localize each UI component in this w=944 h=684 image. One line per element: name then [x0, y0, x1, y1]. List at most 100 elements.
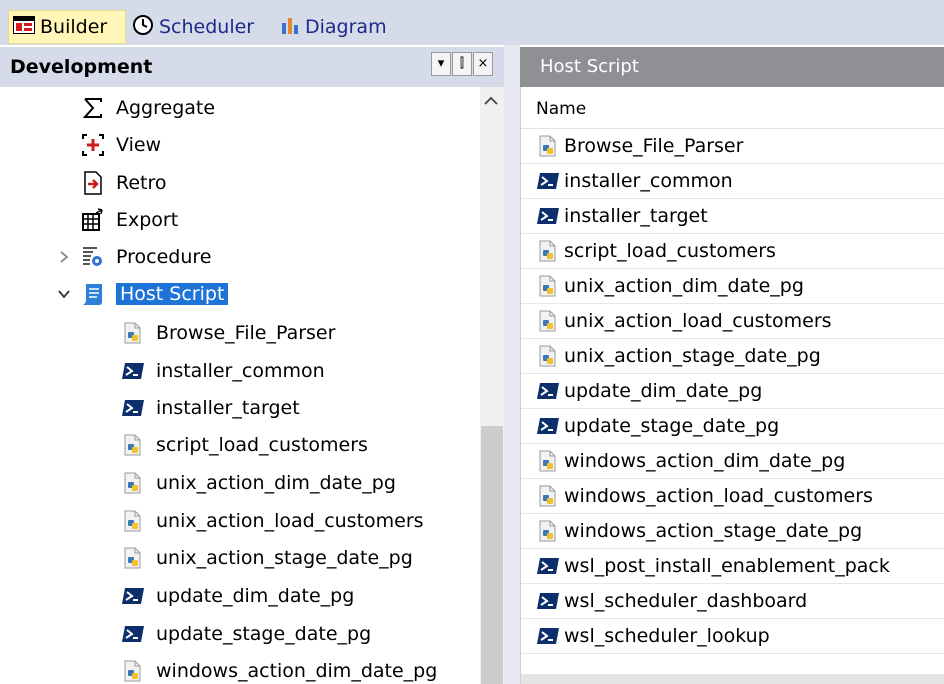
list-item[interactable]: unix_action_dim_date_pg [521, 269, 944, 304]
list-item[interactable]: windows_action_stage_date_pg [521, 514, 944, 549]
tree-child-label: update_dim_date_pg [156, 585, 355, 607]
sigma-icon [80, 95, 106, 121]
tab-diagram-label: Diagram [305, 16, 387, 38]
python-script-icon [120, 545, 146, 571]
tree-scrollbar[interactable] [480, 87, 504, 684]
retro-icon [80, 170, 106, 196]
python-script-icon [536, 134, 560, 158]
tree-child-item[interactable]: update_stage_date_pg [120, 617, 371, 651]
list-item-label: update_stage_date_pg [564, 415, 780, 437]
view-plus-icon [80, 132, 106, 158]
powershell-icon [536, 204, 560, 228]
panel-close-button[interactable]: × [473, 52, 493, 76]
python-script-icon [120, 658, 146, 684]
list-item[interactable]: script_load_customers [521, 234, 944, 269]
python-script-icon [536, 274, 560, 298]
host-script-list: Name Browse_File_Parser installer_common… [520, 87, 944, 684]
panel-pin-button[interactable]: ⫿ [452, 52, 472, 76]
tree-item-view[interactable]: View [80, 128, 161, 162]
python-script-icon [536, 309, 560, 333]
scrollbar-thumb[interactable] [481, 426, 503, 684]
powershell-icon [536, 589, 560, 613]
powershell-icon [536, 414, 560, 438]
tree-child-item[interactable]: windows_action_dim_date_pg [120, 654, 437, 684]
python-script-icon [536, 344, 560, 368]
scroll-up-icon[interactable] [483, 95, 499, 111]
name-column-header[interactable]: Name [521, 87, 944, 129]
list-item-label: windows_action_dim_date_pg [564, 450, 846, 472]
tree-child-item[interactable]: unix_action_load_customers [120, 504, 424, 538]
python-script-icon [536, 484, 560, 508]
list-item[interactable]: installer_target [521, 199, 944, 234]
list-item-label: wsl_post_install_enablement_pack [564, 555, 890, 577]
list-item[interactable]: installer_common [521, 164, 944, 199]
tree-item-label: Export [116, 209, 179, 231]
tree-child-label: unix_action_stage_date_pg [156, 547, 413, 569]
powershell-icon [120, 621, 146, 647]
powershell-icon [536, 624, 560, 648]
panel-dropdown-button[interactable]: ▾ [431, 52, 451, 76]
tree-child-item[interactable]: unix_action_stage_date_pg [120, 541, 413, 575]
host-script-panel-header: Host Script [520, 47, 944, 87]
tree-item-aggregate[interactable]: Aggregate [80, 91, 215, 125]
list-item[interactable]: wsl_scheduler_dashboard [521, 584, 944, 619]
tree-child-item[interactable]: unix_action_dim_date_pg [120, 466, 396, 500]
tree-item-label: Aggregate [116, 97, 216, 119]
powershell-icon [120, 583, 146, 609]
list-item[interactable]: windows_action_load_customers [521, 479, 944, 514]
powershell-icon [536, 554, 560, 578]
tree-child-label: unix_action_dim_date_pg [156, 472, 396, 494]
tree-child-item[interactable]: installer_common [120, 354, 325, 388]
chevron-down-icon[interactable] [56, 286, 72, 302]
powershell-icon [120, 358, 146, 384]
tree-item-label: View [116, 134, 162, 156]
panel-splitter[interactable] [504, 45, 520, 684]
procedure-icon [80, 244, 106, 270]
bar-chart-icon [280, 15, 300, 40]
list-item-label: wsl_scheduler_dashboard [564, 590, 808, 612]
panel-title: Development [10, 56, 153, 78]
tree-item-retro[interactable]: Retro [80, 166, 167, 200]
object-tree: Aggregate View Retro Export Procedure Ho… [0, 87, 480, 684]
powershell-icon [536, 379, 560, 403]
tree-child-label: unix_action_load_customers [156, 510, 424, 532]
python-script-icon [536, 519, 560, 543]
tab-diagram[interactable]: Diagram [278, 10, 408, 44]
list-item-label: unix_action_stage_date_pg [564, 345, 821, 367]
python-script-icon [120, 508, 146, 534]
tree-child-item[interactable]: Browse_File_Parser [120, 316, 335, 350]
tree-item-procedure[interactable]: Procedure [80, 240, 211, 274]
tree-child-label: update_stage_date_pg [156, 623, 372, 645]
tab-scheduler-label: Scheduler [159, 16, 255, 38]
tab-builder[interactable]: Builder [8, 10, 126, 44]
tree-child-item[interactable]: installer_target [120, 391, 300, 425]
tree-item-label: Retro [116, 172, 167, 194]
python-script-icon [120, 470, 146, 496]
tree-item-host-script[interactable]: Host Script [80, 277, 229, 311]
list-item[interactable]: update_dim_date_pg [521, 374, 944, 409]
tab-scheduler[interactable]: Scheduler [130, 10, 270, 44]
powershell-icon [120, 395, 146, 421]
list-item[interactable]: windows_action_dim_date_pg [521, 444, 944, 479]
list-item[interactable]: unix_action_stage_date_pg [521, 339, 944, 374]
tree-item-label: Procedure [116, 246, 212, 268]
list-item[interactable]: update_stage_date_pg [521, 409, 944, 444]
scroll-icon [80, 281, 106, 307]
list-item[interactable]: wsl_scheduler_lookup [521, 619, 944, 654]
list-item-label: script_load_customers [564, 240, 776, 262]
tree-item-export[interactable]: Export [80, 203, 178, 237]
tree-child-item[interactable]: update_dim_date_pg [120, 579, 354, 613]
tree-child-item[interactable]: script_load_customers [120, 428, 368, 462]
python-script-icon [536, 239, 560, 263]
tree-child-label: Browse_File_Parser [156, 322, 336, 344]
list-item-label: windows_action_load_customers [564, 485, 873, 507]
list-item[interactable]: Browse_File_Parser [521, 129, 944, 164]
tree-child-label: installer_common [156, 360, 325, 382]
tree-item-label: Host Script [116, 283, 229, 305]
list-horizontal-scrollbar[interactable] [521, 674, 944, 684]
powershell-icon [536, 169, 560, 193]
list-item[interactable]: unix_action_load_customers [521, 304, 944, 339]
list-item[interactable]: wsl_post_install_enablement_pack [521, 549, 944, 584]
python-script-icon [536, 449, 560, 473]
chevron-right-icon[interactable] [56, 249, 72, 265]
